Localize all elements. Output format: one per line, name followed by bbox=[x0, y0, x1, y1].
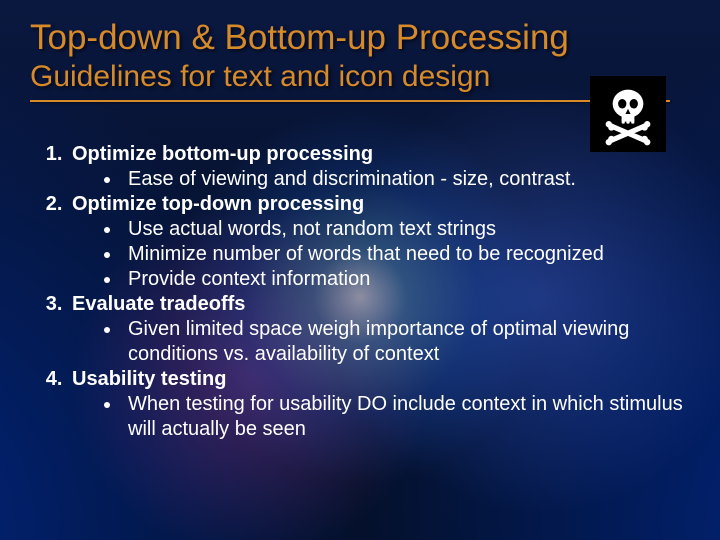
sub-item: Provide context information bbox=[122, 267, 690, 292]
item-heading: Optimize top-down processing bbox=[72, 193, 364, 215]
item-heading: Usability testing bbox=[72, 368, 226, 390]
guideline-list: Optimize bottom-up processing Ease of vi… bbox=[30, 142, 690, 442]
content-area: Optimize bottom-up processing Ease of vi… bbox=[30, 142, 690, 442]
title-underline bbox=[30, 100, 670, 102]
sub-item: Minimize number of words that need to be… bbox=[122, 242, 690, 267]
slide-title: Top-down & Bottom-up Processing bbox=[30, 18, 690, 58]
sub-item: When testing for usability DO include co… bbox=[122, 392, 690, 442]
list-item: Evaluate tradeoffs Given limited space w… bbox=[68, 292, 690, 367]
sub-item: Use actual words, not random text string… bbox=[122, 217, 690, 242]
slide: Top-down & Bottom-up Processing Guidelin… bbox=[0, 0, 720, 540]
sub-item: Given limited space weigh importance of … bbox=[122, 317, 690, 367]
skull-crossbones-icon bbox=[590, 76, 666, 152]
sub-list: When testing for usability DO include co… bbox=[72, 392, 690, 442]
item-heading: Optimize bottom-up processing bbox=[72, 143, 373, 165]
list-item: Optimize top-down processing Use actual … bbox=[68, 192, 690, 292]
list-item: Usability testing When testing for usabi… bbox=[68, 367, 690, 442]
sub-list: Given limited space weigh importance of … bbox=[72, 317, 690, 367]
sub-item: Ease of viewing and discrimination - siz… bbox=[122, 167, 690, 192]
sub-list: Ease of viewing and discrimination - siz… bbox=[72, 167, 690, 192]
item-heading: Evaluate tradeoffs bbox=[72, 293, 245, 315]
sub-list: Use actual words, not random text string… bbox=[72, 217, 690, 292]
